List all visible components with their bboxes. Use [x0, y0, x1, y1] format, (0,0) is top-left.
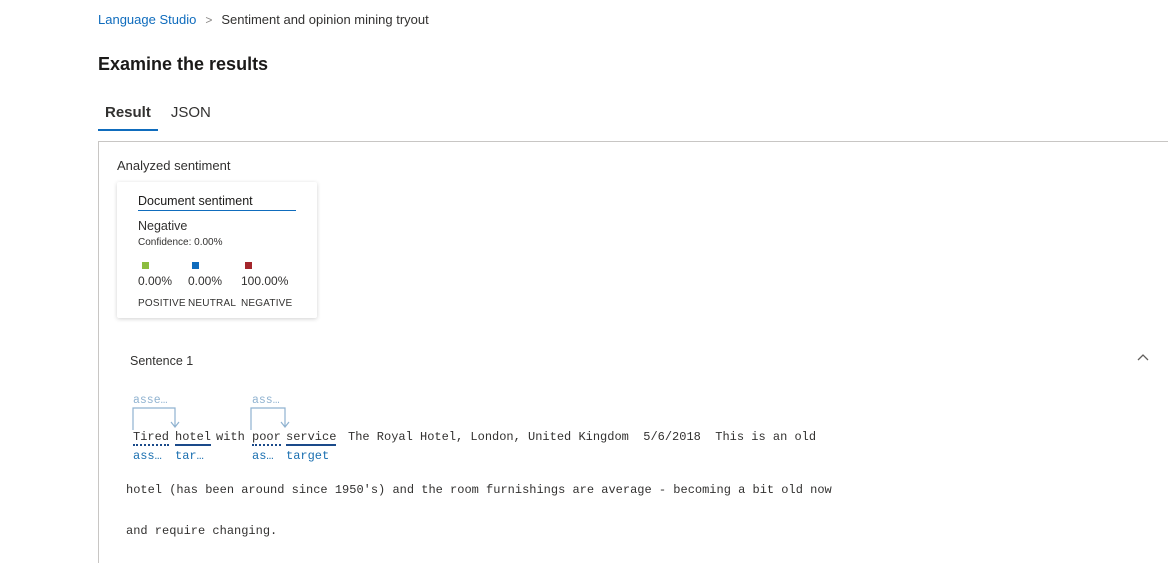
positive-swatch-icon [142, 262, 149, 269]
tab-json[interactable]: JSON [164, 104, 218, 131]
negative-swatch-icon [245, 262, 252, 269]
annotation-target-label-2[interactable]: target [286, 449, 329, 463]
document-sentiment-value: Negative [138, 219, 188, 233]
tab-result[interactable]: Result [98, 104, 158, 131]
score-negative-value: 100.00% [241, 274, 289, 288]
word-with: with [216, 430, 245, 444]
opinion-link-arrow-2 [250, 407, 290, 430]
score-positive-value: 0.00% [138, 274, 173, 288]
chevron-up-icon[interactable] [1136, 352, 1150, 362]
page-title: Examine the results [98, 54, 269, 74]
score-neutral-value: 0.00% [188, 274, 223, 288]
word-service[interactable]: service [286, 430, 337, 446]
word-tired[interactable]: Tired [133, 430, 170, 446]
sentence-line-3: and require changing. [126, 524, 278, 538]
results-panel: Analyzed sentiment Document sentiment Ne… [98, 142, 1168, 563]
sentence-line-2: hotel (has been around since 1950's) and… [126, 483, 832, 497]
chevron-right-icon: > [205, 12, 213, 27]
document-sentiment-title: Document sentiment [138, 194, 296, 211]
document-confidence: Confidence: 0.00% [138, 237, 223, 248]
result-tabs: Result JSON [98, 104, 224, 131]
annotation-assessment-label-1[interactable]: ass… [133, 449, 162, 463]
analyzed-sentiment-label: Analyzed sentiment [117, 158, 231, 173]
score-neutral: 0.00% NEUTRAL [188, 262, 236, 309]
score-positive: 0.00% POSITIVE [138, 262, 186, 309]
annotation-target-label-1[interactable]: tar… [175, 449, 204, 463]
score-positive-label: POSITIVE [138, 298, 186, 309]
breadcrumb-language-studio-link[interactable]: Language Studio [98, 12, 196, 27]
score-neutral-label: NEUTRAL [188, 298, 237, 309]
neutral-swatch-icon [192, 262, 199, 269]
sentence-line-1: The Royal Hotel, London, United Kingdom … [348, 430, 817, 444]
score-negative-label: NEGATIVE [241, 298, 293, 309]
document-sentiment-card: Document sentiment Negative Confidence: … [117, 182, 317, 318]
word-poor[interactable]: poor [252, 430, 281, 446]
sentence-1-heading: Sentence 1 [130, 354, 194, 368]
opinion-link-arrow-1 [132, 407, 180, 430]
breadcrumb: Language Studio > Sentiment and opinion … [98, 12, 429, 27]
breadcrumb-current: Sentiment and opinion mining tryout [221, 12, 429, 27]
annotation-assessment-label-2[interactable]: as… [252, 449, 274, 463]
word-hotel[interactable]: hotel [175, 430, 212, 446]
score-negative: 100.00% NEGATIVE [241, 262, 292, 309]
